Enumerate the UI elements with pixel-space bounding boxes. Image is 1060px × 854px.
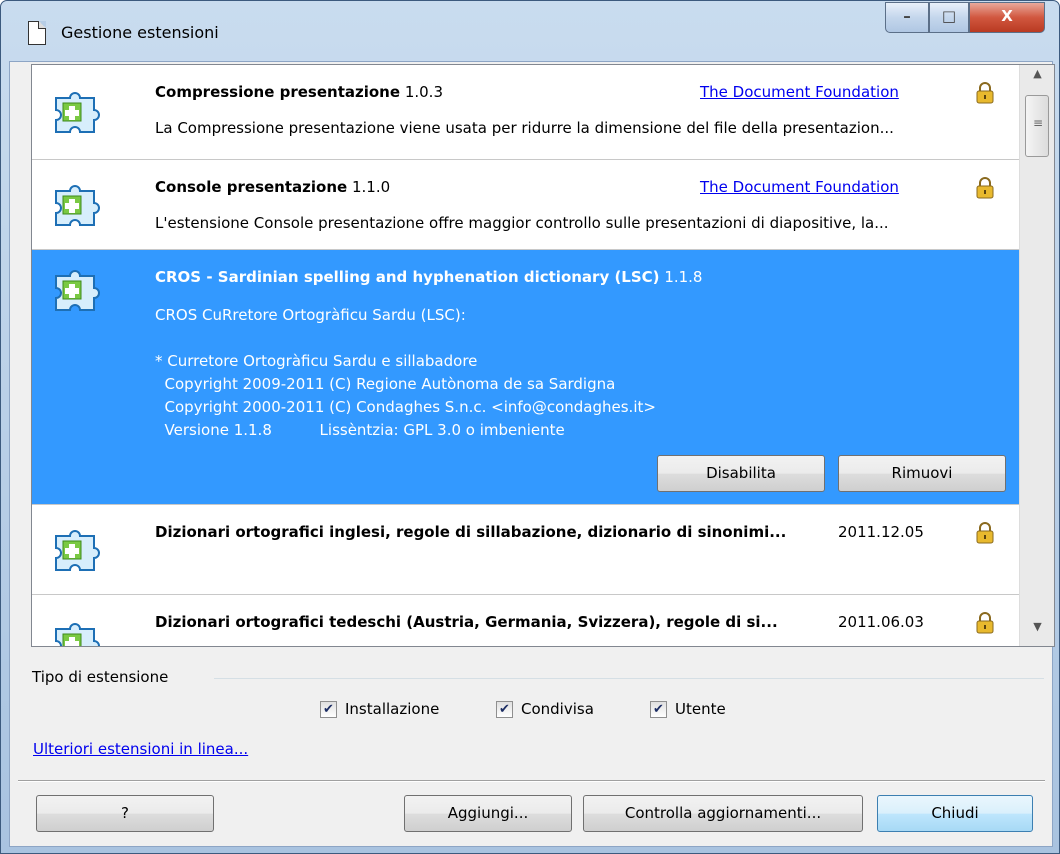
shared-checkbox[interactable]: ✔ Condivisa	[496, 700, 594, 718]
extension-item[interactable]: Dizionari ortografici tedeschi (Austria,…	[32, 595, 1019, 646]
minimize-button[interactable]: –	[885, 2, 929, 33]
add-button[interactable]: Aggiungi...	[404, 795, 572, 832]
extension-list[interactable]: Compressione presentazione 1.0.3 The Doc…	[31, 64, 1055, 647]
help-button[interactable]: ?	[36, 795, 214, 832]
extension-item[interactable]: Compressione presentazione 1.0.3 The Doc…	[32, 65, 1019, 160]
maximize-button[interactable]: □	[929, 2, 969, 33]
publisher-link[interactable]: The Document Foundation	[700, 83, 899, 101]
extension-title: Dizionari ortografici inglesi, regole di…	[155, 523, 787, 541]
lock-icon	[976, 177, 994, 199]
extension-version: 2011.06.03	[838, 613, 924, 631]
section-divider	[214, 678, 1044, 679]
check-updates-button[interactable]: Controlla aggiornamenti...	[583, 795, 863, 832]
checkbox-check-icon[interactable]: ✔	[320, 700, 337, 718]
maximize-icon: □	[941, 7, 957, 25]
puzzle-icon	[55, 185, 100, 226]
extension-item[interactable]: Dizionari ortografici inglesi, regole di…	[32, 505, 1019, 595]
extension-title: Compressione presentazione 1.0.3	[155, 83, 443, 101]
window-title: Gestione estensioni	[61, 23, 219, 42]
lock-icon	[976, 82, 994, 104]
puzzle-icon	[55, 530, 100, 571]
close-button[interactable]: Chiudi	[877, 795, 1033, 832]
document-icon	[28, 21, 46, 45]
extension-item-selected[interactable]: CROS - Sardinian spelling and hyphenatio…	[32, 250, 1019, 505]
close-icon: X	[1001, 7, 1013, 25]
footer-divider	[18, 780, 1045, 782]
extension-item[interactable]: Console presentazione 1.1.0 The Document…	[32, 160, 1019, 250]
extension-manager-window: Gestione estensioni – □ X Compressione p…	[0, 0, 1060, 854]
scroll-up-arrow-icon[interactable]: ▲	[1020, 67, 1054, 91]
grip-icon: ≡	[1033, 116, 1044, 130]
disable-button[interactable]: Disabilita	[657, 455, 825, 492]
extension-description: L'estensione Console presentazione offre…	[155, 214, 889, 232]
publisher-link[interactable]: The Document Foundation	[700, 178, 899, 196]
close-window-button[interactable]: X	[969, 2, 1045, 33]
extension-description: CROS CuRretore Ortogràficu Sardu (LSC): …	[155, 306, 656, 439]
extension-title: CROS - Sardinian spelling and hyphenatio…	[155, 268, 703, 286]
installation-checkbox[interactable]: ✔ Installazione	[320, 700, 439, 718]
minimize-icon: –	[903, 7, 911, 25]
puzzle-icon	[55, 92, 100, 133]
shared-label: Condivisa	[521, 700, 594, 718]
extension-description: La Compressione presentazione viene usat…	[155, 119, 894, 137]
remove-button[interactable]: Rimuovi	[838, 455, 1006, 492]
lock-icon	[976, 522, 994, 544]
extension-version: 2011.12.05	[838, 523, 924, 541]
more-extensions-link[interactable]: Ulteriori estensioni in linea...	[33, 740, 248, 758]
checkbox-check-icon[interactable]: ✔	[650, 700, 667, 718]
installation-label: Installazione	[345, 700, 440, 718]
extension-title: Dizionari ortografici tedeschi (Austria,…	[155, 613, 778, 631]
puzzle-icon	[55, 623, 100, 646]
user-checkbox[interactable]: ✔ Utente	[650, 700, 726, 718]
dialog-body: Compressione presentazione 1.0.3 The Doc…	[9, 61, 1055, 847]
puzzle-icon	[55, 270, 100, 311]
list-scrollbar[interactable]: ▲ ≡ ▼	[1019, 65, 1054, 646]
lock-icon	[976, 612, 994, 634]
scroll-thumb[interactable]: ≡	[1025, 95, 1049, 157]
scroll-down-arrow-icon[interactable]: ▼	[1020, 620, 1054, 644]
extension-title: Console presentazione 1.1.0	[155, 178, 391, 196]
checkbox-check-icon[interactable]: ✔	[496, 700, 513, 718]
title-bar[interactable]: Gestione estensioni – □ X	[1, 1, 1059, 61]
extension-type-label: Tipo di estensione	[32, 668, 169, 686]
user-label: Utente	[675, 700, 726, 718]
